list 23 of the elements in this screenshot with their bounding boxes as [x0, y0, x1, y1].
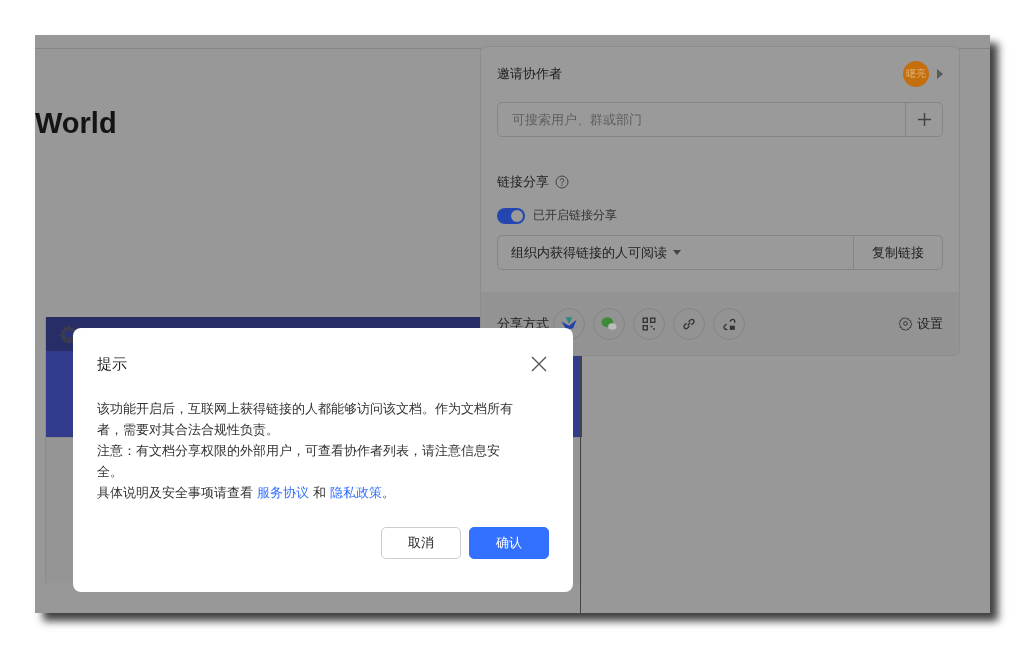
settings-icon — [898, 316, 913, 331]
confirm-button[interactable]: 确认 — [469, 527, 549, 559]
permission-dropdown[interactable]: 组织内获得链接的人可阅读 — [498, 236, 853, 269]
link[interactable]: 隐私政策 — [330, 485, 383, 500]
dialog-title: 提示 — [97, 354, 127, 374]
toggle-switch[interactable] — [497, 207, 525, 224]
dialog-text: 具体说明及安全事项请查看 服务协议 和 隐私政策。 — [97, 484, 397, 502]
dialog-text: 该功能开启后，互联网上获得链接的人都能够访问该文档。作为文档所有者，需要对其合法合规性负责。 — [97, 400, 514, 439]
cancel-button[interactable]: 取消 — [381, 527, 461, 559]
panel-title: 邀请协作者 — [497, 65, 562, 83]
toggle-label: 已开启链接分享 — [533, 207, 617, 224]
close-button[interactable] — [529, 354, 549, 374]
dialog-text: 注意：有文档分享权限的外部用户，可查看协作者列表，请注意信息安全。 — [97, 442, 501, 481]
link[interactable]: 服务协议 — [257, 485, 310, 500]
section-label: 链接分享 — [497, 173, 549, 191]
copy-link-button[interactable]: 复制链接 — [853, 236, 942, 269]
plus-icon — [916, 112, 932, 127]
help-icon — [555, 175, 569, 189]
caret-icon — [937, 69, 943, 79]
close-icon — [531, 356, 547, 372]
document-heading: World — [35, 106, 117, 141]
settings-link[interactable]: 设置 — [898, 314, 943, 333]
dropdown-caret-icon — [673, 250, 681, 255]
